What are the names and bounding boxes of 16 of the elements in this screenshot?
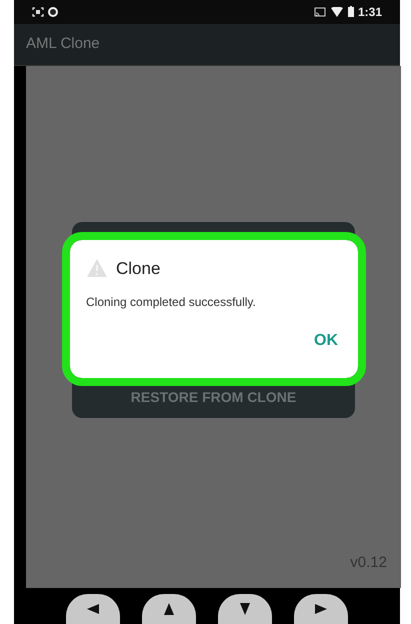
wifi-icon: [330, 6, 343, 17]
cast-icon: [314, 6, 326, 17]
arrow-up-button[interactable]: [142, 594, 196, 624]
status-time: 1:31: [358, 4, 382, 21]
app-title: AML Clone: [26, 34, 100, 54]
restore-from-clone-label: RESTORE FROM CLONE: [130, 388, 296, 407]
arrow-down-button[interactable]: [218, 594, 272, 624]
dialog-title: Clone: [116, 258, 160, 280]
battery-icon: [348, 6, 354, 18]
arrow-left-button[interactable]: [66, 594, 120, 624]
screenshot-icon: [32, 6, 44, 17]
ok-button[interactable]: OK: [310, 329, 342, 354]
circle-icon: [48, 6, 58, 17]
dialog-message: Cloning completed successfully.: [86, 294, 257, 312]
arrow-right-button[interactable]: [294, 594, 348, 624]
warning-icon: [86, 258, 108, 278]
